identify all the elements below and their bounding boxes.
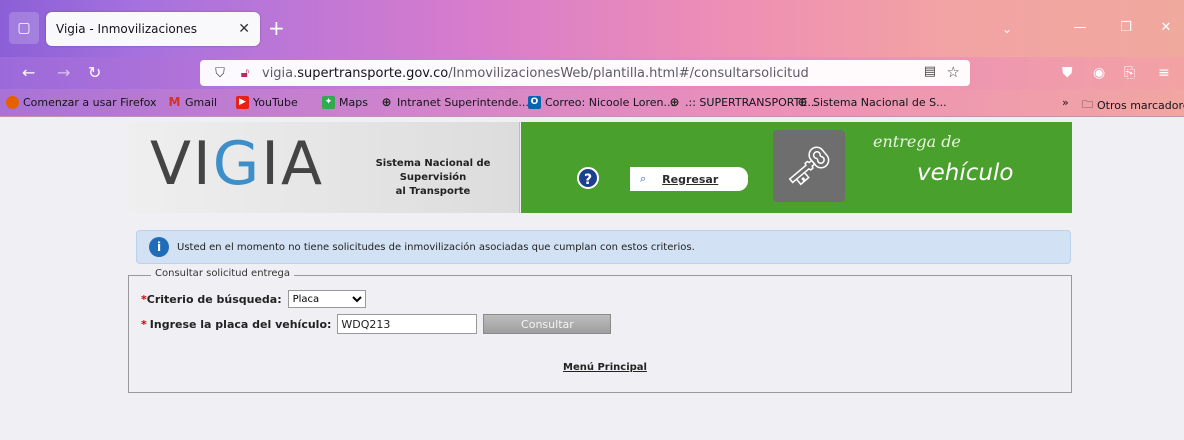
delivery-title-1: entrega de	[873, 132, 961, 151]
form-legend: Consultar solicitud entrega	[151, 268, 294, 279]
car-keys-icon: 🗝︎	[773, 130, 845, 202]
plate-input[interactable]	[337, 314, 478, 334]
search-icon: ⌕	[640, 172, 647, 185]
globe-icon: ⊕	[669, 95, 680, 109]
bookmark-item[interactable]: ⊕ Sistema Nacional de S...	[796, 95, 946, 110]
close-window-icon[interactable]: ✕	[1150, 12, 1182, 42]
browser-nav-bar: ← → ↻ ⛉ 🔓︎ vigia.supertransporte.gov.co/…	[0, 57, 1184, 89]
info-message-bar: i Usted en el momento no tiene solicitud…	[136, 230, 1071, 264]
account-icon[interactable]: ◉	[1093, 63, 1105, 83]
header-banner: ? ⌕ Regresar 🗝︎ entrega de vehículo	[521, 122, 1072, 213]
address-bar[interactable]: ⛉ 🔓︎ vigia.supertransporte.gov.co/Inmovi…	[200, 60, 970, 86]
tab-overview-icon[interactable]: ▢	[9, 12, 39, 44]
bookmark-item[interactable]: ▶ YouTube	[236, 96, 298, 109]
list-tabs-icon[interactable]: ⌄	[1002, 22, 1012, 36]
delivery-title-2: vehículo	[917, 160, 1014, 186]
minimize-icon[interactable]: —	[1064, 12, 1096, 42]
bookmarks-bar: Comenzar a usar Firefox M Gmail ▶ YouTube …	[0, 89, 1184, 117]
maps-icon: ✦	[322, 96, 335, 109]
restore-icon[interactable]: ❐	[1110, 12, 1142, 42]
plate-row: * Ingrese la placa del vehículo: Consult…	[141, 314, 612, 334]
criteria-select[interactable]: Placa	[287, 290, 366, 308]
bookmark-item[interactable]: ⊕ Intranet Superintende...	[380, 95, 528, 110]
shield-icon[interactable]: ⛉	[212, 66, 228, 81]
extensions-icon[interactable]: ⎘	[1124, 63, 1135, 83]
globe-icon: ⊕	[797, 95, 808, 109]
more-bookmarks-icon[interactable]: »	[1062, 96, 1069, 109]
help-icon[interactable]: ?	[577, 167, 599, 189]
close-tab-icon[interactable]: ✕	[238, 21, 250, 37]
back-label: Regresar	[662, 172, 719, 186]
insecure-lock-icon[interactable]: 🔓︎	[234, 66, 256, 81]
new-tab-icon[interactable]: +	[268, 18, 285, 38]
criteria-row: * Criterio de búsqueda: Placa	[141, 290, 366, 308]
vigia-logo: VIGIA	[150, 129, 324, 199]
browser-tab[interactable]: Vigia - Inmovilizaciones ✕	[46, 12, 260, 46]
forward-arrow-icon[interactable]: →	[57, 63, 70, 83]
menu-icon[interactable]: ≡	[1158, 63, 1170, 83]
main-menu-link[interactable]: Menú Principal	[563, 362, 647, 373]
required-marker: *	[141, 317, 147, 331]
reload-icon[interactable]: ↻	[88, 63, 101, 83]
back-arrow-icon[interactable]: ←	[22, 63, 35, 83]
gmail-icon: M	[168, 95, 181, 109]
globe-icon: ⊕	[381, 95, 392, 109]
info-icon: i	[149, 237, 169, 257]
bookmark-star-icon[interactable]: ☆	[947, 63, 960, 81]
page-content: VIGIA Sistema Nacional de Supervisión al…	[0, 117, 1184, 440]
bookmark-item[interactable]: M Gmail	[168, 95, 218, 110]
firefox-icon	[6, 96, 19, 109]
plate-label: Ingrese la placa del vehículo:	[149, 317, 332, 331]
bookmark-item[interactable]: O Correo: Nicoole Loren...	[528, 96, 674, 109]
consult-form: Consultar solicitud entrega * Criterio d…	[128, 268, 1072, 393]
back-button[interactable]: ⌕ Regresar	[630, 167, 748, 191]
criteria-label: Criterio de búsqueda:	[146, 292, 282, 306]
youtube-icon: ▶	[236, 96, 249, 109]
bookmark-item[interactable]: Comenzar a usar Firefox	[6, 96, 157, 109]
other-bookmarks[interactable]: 🗀︎Otros marcadores	[1082, 96, 1184, 115]
system-title: Sistema Nacional de Supervisión al Trans…	[375, 158, 491, 197]
info-message: Usted en el momento no tiene solicitudes…	[177, 241, 695, 253]
bookmark-item[interactable]: ✦ Maps	[322, 96, 368, 109]
browser-tab-bar: ▢ Vigia - Inmovilizaciones ✕ + ⌄ — ❐ ✕	[0, 0, 1184, 57]
consult-button[interactable]: Consultar	[483, 314, 612, 334]
folder-icon: 🗀︎	[1082, 98, 1093, 111]
url-text: vigia.supertransporte.gov.co/Inmovilizac…	[262, 65, 809, 81]
pocket-icon[interactable]: ⛊	[1062, 63, 1073, 83]
tab-title: Vigia - Inmovilizaciones	[56, 22, 197, 36]
outlook-icon: O	[528, 96, 541, 109]
header-logo-area: VIGIA Sistema Nacional de Supervisión al…	[128, 122, 520, 213]
reader-view-icon[interactable]: ▤	[924, 64, 936, 79]
